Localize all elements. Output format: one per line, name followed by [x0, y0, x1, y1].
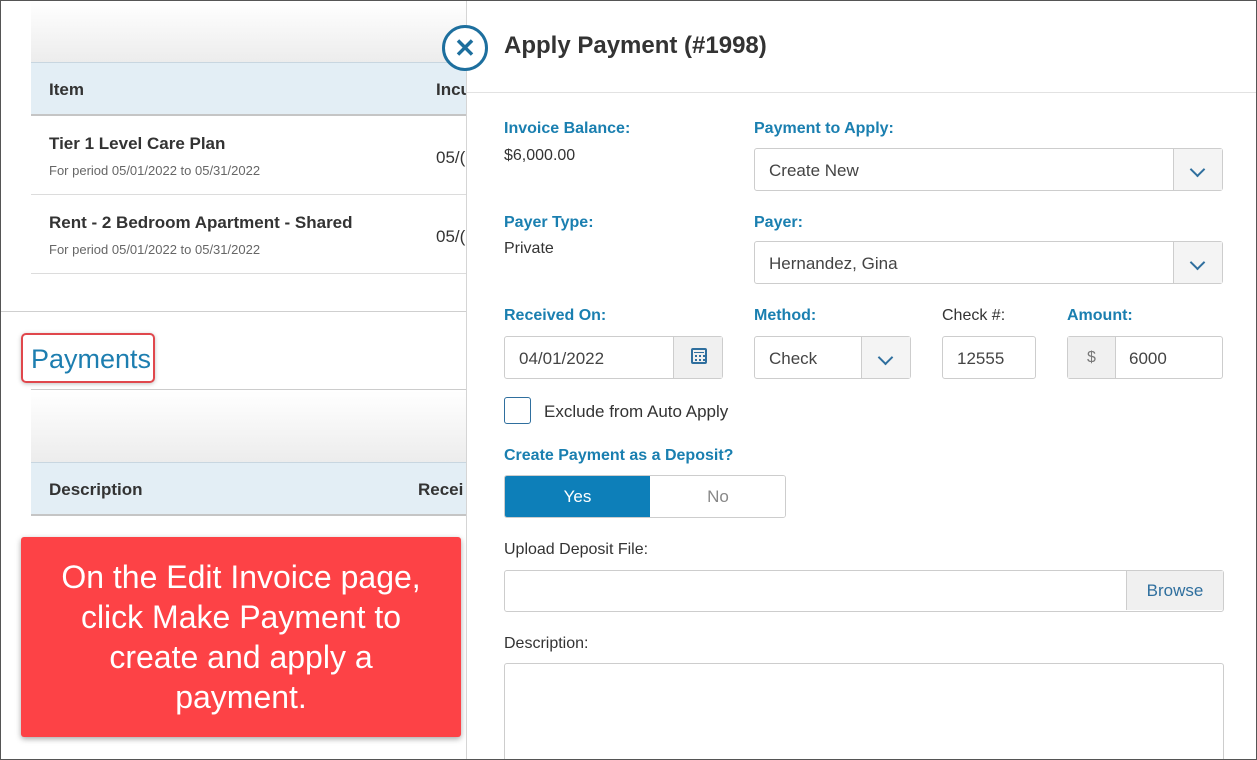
payments-divider: [31, 389, 467, 390]
description-label: Description:: [504, 635, 589, 652]
item-period: For period 05/01/2022 to 05/31/2022: [49, 242, 261, 257]
check-number-input[interactable]: 12555: [942, 336, 1036, 379]
payer-type-label: Payer Type:: [504, 214, 594, 231]
table-row[interactable]: Tier 1 Level Care Plan For period 05/01/…: [31, 116, 467, 195]
panel-title: Apply Payment (#1998): [504, 32, 767, 59]
item-date: 05/(: [436, 227, 466, 246]
currency-prefix: $: [1068, 337, 1116, 378]
method-label: Method:: [754, 307, 817, 324]
dropdown-button[interactable]: [861, 337, 910, 378]
payment-to-apply-select[interactable]: Create New: [754, 148, 1223, 191]
column-header-received[interactable]: Recei: [418, 480, 463, 500]
exclude-auto-apply-checkbox[interactable]: [504, 397, 531, 424]
amount-input[interactable]: $ 6000: [1067, 336, 1223, 379]
payments-table-header: Description Recei: [31, 462, 467, 516]
item-name: Tier 1 Level Care Plan: [49, 134, 226, 153]
chevron-down-icon: [877, 349, 894, 366]
payer-select[interactable]: Hernandez, Gina: [754, 241, 1223, 284]
date-picker-button[interactable]: [673, 337, 722, 378]
upload-file-input[interactable]: Browse: [504, 570, 1224, 612]
table-row[interactable]: Rent - 2 Bedroom Apartment - Shared For …: [31, 195, 467, 274]
callout-text: On the Edit Invoice page, click Make Pay…: [61, 559, 421, 715]
section-divider: [1, 311, 467, 312]
amount-value: 6000: [1129, 349, 1167, 368]
deposit-label: Create Payment as a Deposit?: [504, 447, 734, 464]
dropdown-button[interactable]: [1173, 242, 1222, 283]
items-table-header: Item Incu: [31, 62, 471, 116]
payments-heading-highlight[interactable]: Payments: [21, 333, 155, 383]
received-on-value: 04/01/2022: [519, 349, 605, 368]
method-value: Check: [769, 349, 818, 368]
invoice-balance-label: Invoice Balance:: [504, 120, 631, 137]
deposit-yes-button[interactable]: Yes: [505, 476, 650, 517]
upload-deposit-file-label: Upload Deposit File:: [504, 541, 649, 558]
payment-to-apply-label: Payment to Apply:: [754, 120, 894, 137]
browse-button[interactable]: Browse: [1126, 571, 1223, 610]
dropdown-button[interactable]: [1173, 149, 1222, 190]
received-on-label: Received On:: [504, 307, 607, 324]
apply-payment-panel: Apply Payment (#1998) Invoice Balance: $…: [466, 1, 1256, 759]
payments-toolbar-area: [31, 391, 467, 463]
chevron-down-icon: [1189, 161, 1206, 178]
item-name: Rent - 2 Bedroom Apartment - Shared: [49, 213, 353, 232]
chevron-down-icon: [1189, 254, 1206, 271]
column-header-item[interactable]: Item: [49, 80, 84, 100]
method-select[interactable]: Check: [754, 336, 911, 379]
check-number-label: Check #:: [942, 307, 1006, 324]
payer-type-value: Private: [504, 240, 554, 257]
payment-to-apply-value: Create New: [769, 161, 859, 180]
close-panel-button[interactable]: ✕: [442, 25, 488, 71]
check-number-value: 12555: [957, 349, 1005, 368]
column-header-description[interactable]: Description: [49, 480, 143, 500]
panel-header: Apply Payment (#1998): [467, 1, 1256, 93]
payments-heading: Payments: [31, 344, 152, 374]
close-icon: ✕: [454, 33, 476, 63]
item-period: For period 05/01/2022 to 05/31/2022: [49, 163, 261, 178]
screenshot-frame: Item Incu Tier 1 Level Care Plan For per…: [0, 0, 1257, 760]
invoice-balance-value: $6,000.00: [504, 147, 576, 164]
instruction-callout: On the Edit Invoice page, click Make Pay…: [21, 537, 461, 737]
amount-label: Amount:: [1067, 307, 1133, 324]
calendar-icon: [691, 348, 707, 364]
page-header-area: [31, 1, 467, 63]
item-date: 05/(: [436, 148, 466, 167]
payer-label: Payer:: [754, 214, 803, 231]
exclude-auto-apply-label[interactable]: Exclude from Auto Apply: [544, 402, 728, 422]
description-textarea[interactable]: [504, 663, 1224, 759]
deposit-no-button[interactable]: No: [650, 476, 785, 517]
received-on-input[interactable]: 04/01/2022: [504, 336, 723, 379]
deposit-toggle: Yes No: [504, 475, 786, 518]
payer-value: Hernandez, Gina: [769, 254, 898, 273]
